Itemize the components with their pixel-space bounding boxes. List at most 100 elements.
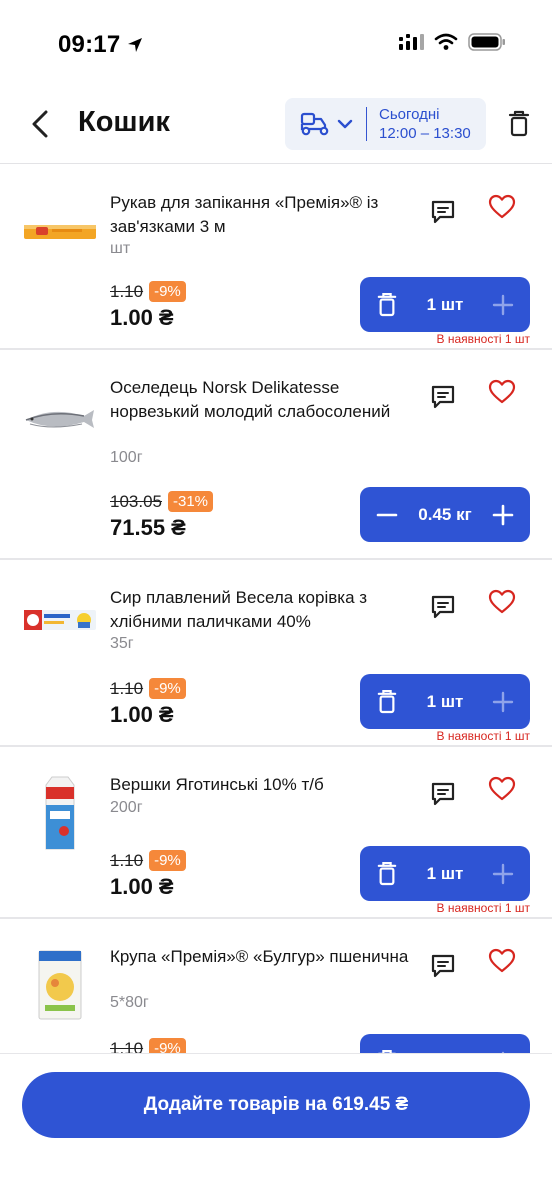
comment-button[interactable] [428, 197, 458, 227]
cream-carton-image [45, 776, 75, 850]
delivery-time-info[interactable]: Сьогодні 12:00 – 13:30 [367, 105, 471, 143]
plus-icon [492, 294, 514, 315]
quantity-stepper[interactable]: 1 шт [360, 277, 530, 332]
quantity-value: 1 шт [426, 691, 464, 711]
battery-icon [468, 33, 505, 51]
plus-icon [492, 504, 514, 525]
cart-item: Рукав для запікання «Премія»® із зав'язк… [0, 165, 552, 350]
bottom-bar: Додайте товарів на 619.45 ₴ [0, 1053, 552, 1200]
item-price: 1.00 ₴ [110, 305, 174, 330]
heart-icon [488, 776, 516, 801]
old-price: 1.10 [110, 281, 144, 301]
increase-button[interactable] [490, 689, 516, 715]
stock-note: В наявності 1 шт [436, 729, 530, 743]
favorite-button[interactable] [487, 377, 517, 407]
quantity-stepper[interactable]: 1 шт [360, 846, 530, 901]
favorite-button[interactable] [487, 587, 517, 617]
cart-item: Оселедець Norsk Delikatesse норвезький м… [0, 350, 552, 560]
product-image [22, 193, 98, 269]
header: Кошик Сьогодні 12:00 – 13:30 [0, 90, 552, 164]
trash-icon [377, 689, 397, 713]
old-price-row: 1.10 -9% [110, 850, 186, 871]
favorite-button[interactable] [487, 946, 517, 976]
delivery-slot-selector[interactable]: Сьогодні 12:00 – 13:30 [285, 98, 486, 150]
remove-item-button[interactable] [374, 292, 400, 318]
wifi-icon [434, 33, 458, 50]
comment-button[interactable] [428, 779, 458, 809]
comment-icon [431, 954, 455, 978]
comment-icon [431, 385, 455, 409]
trash-icon [377, 292, 397, 316]
old-price-row: 103.05 -31% [110, 491, 214, 512]
item-name[interactable]: Рукав для запікання «Премія»® із зав'язк… [110, 191, 410, 239]
status-indicators [398, 33, 506, 51]
old-price: 103.05 [110, 491, 162, 511]
item-name[interactable]: Крупа «Премія»® «Булгур» пшенична [110, 945, 410, 969]
item-price: 71.55 ₴ [110, 515, 186, 540]
chevron-down-icon [337, 119, 352, 129]
cart-list[interactable]: Рукав для запікання «Премія»® із зав'язк… [0, 165, 552, 1055]
trash-icon [377, 861, 397, 885]
increase-button[interactable] [490, 292, 516, 318]
product-image [22, 947, 98, 1023]
location-arrow-icon [128, 38, 143, 52]
item-unit: 200г [110, 799, 143, 816]
discount-badge: -9% [149, 281, 186, 302]
signal-icon [399, 34, 424, 50]
favorite-button[interactable] [487, 774, 517, 804]
discount-badge: -9% [149, 678, 186, 699]
comment-button[interactable] [428, 951, 458, 981]
discount-badge: -9% [149, 850, 186, 871]
heart-icon [488, 589, 516, 614]
comment-button[interactable] [428, 382, 458, 412]
item-name[interactable]: Вершки Яготинські 10% т/б [110, 773, 410, 797]
remove-item-button[interactable] [374, 689, 400, 715]
page-title: Кошик [78, 106, 170, 138]
old-price: 1.10 [110, 678, 144, 698]
comment-button[interactable] [428, 592, 458, 622]
comment-icon [431, 782, 455, 806]
quantity-stepper[interactable]: 0.45 кг [360, 487, 530, 542]
delivery-method[interactable] [285, 107, 367, 141]
increase-button[interactable] [490, 861, 516, 887]
clear-cart-button[interactable] [503, 108, 535, 140]
remove-item-button[interactable] [374, 861, 400, 887]
item-name[interactable]: Сир плавлений Весела корівка з хлібними … [110, 586, 410, 634]
increase-button[interactable] [490, 502, 516, 528]
quantity-value: 0.45 кг [418, 504, 472, 524]
delivery-scooter-icon [300, 112, 328, 136]
item-unit: 5*80г [110, 994, 149, 1011]
product-image [22, 775, 98, 851]
product-image [22, 382, 98, 458]
favorite-button[interactable] [487, 192, 517, 222]
item-price: 1.00 ₴ [110, 874, 174, 899]
status-time: 09:17 [58, 31, 144, 59]
item-price: 1.00 ₴ [110, 702, 174, 727]
quantity-stepper[interactable] [360, 1034, 530, 1055]
cart-item: Вершки Яготинські 10% т/б 200г 1.10 -9% … [0, 747, 552, 919]
item-name[interactable]: Оселедець Norsk Delikatesse норвезький м… [110, 376, 410, 424]
old-price-row: 1.10 -9% [110, 678, 186, 699]
comment-icon [431, 595, 455, 619]
status-bar: 09:17 [0, 0, 552, 90]
plus-icon [492, 863, 514, 884]
delivery-time: 12:00 – 13:30 [379, 125, 471, 142]
quantity-stepper[interactable]: 1 шт [360, 674, 530, 729]
baking-sleeve-image [24, 225, 96, 239]
checkout-button[interactable]: Додайте товарів на 619.45 ₴ [22, 1072, 530, 1138]
discount-badge: -31% [168, 491, 214, 512]
cart-item: Крупа «Премія»® «Булгур» пшенична 5*80г … [0, 919, 552, 1055]
bulgur-box-image [38, 950, 82, 1020]
heart-icon [488, 194, 516, 219]
decrease-button[interactable] [374, 502, 400, 528]
back-button[interactable] [22, 106, 58, 142]
quantity-value: 1 шт [426, 294, 464, 314]
item-unit: шт [110, 240, 131, 257]
minus-icon [376, 513, 398, 516]
back-arrow-icon [32, 110, 48, 138]
comment-icon [431, 200, 455, 224]
trash-icon [508, 110, 530, 137]
heart-icon [488, 379, 516, 404]
old-price: 1.10 [110, 850, 144, 870]
stock-note: В наявності 1 шт [436, 901, 530, 915]
